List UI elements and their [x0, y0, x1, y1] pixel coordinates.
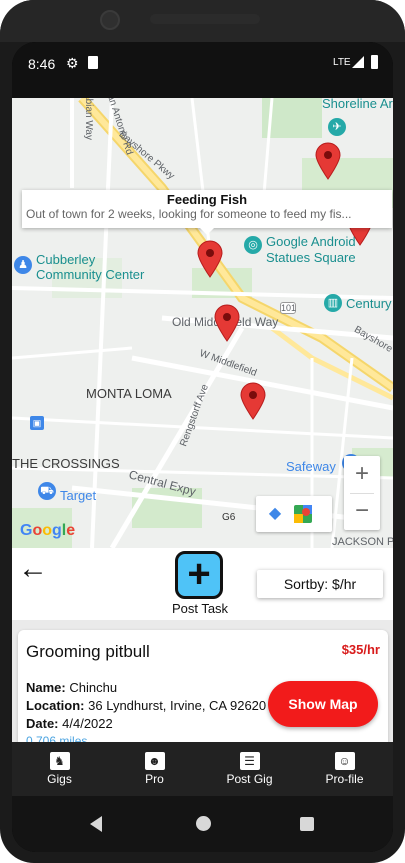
status-time: 8:46 — [28, 56, 56, 72]
tab-post-gig[interactable]: ☰ Post Gig — [202, 742, 297, 796]
task-date-line: Date: 4/4/2022 — [26, 716, 113, 731]
map-label-crossings: THE CROSSINGS — [12, 456, 120, 471]
location-value: 36 Lyndhurst, Irvine, CA 92620 — [88, 698, 267, 713]
zoom-divider — [350, 493, 374, 494]
front-camera — [100, 10, 120, 30]
map-label-safeway: Safeway — [286, 459, 336, 474]
zoom-out-button[interactable]: − — [344, 493, 380, 530]
tab-gigs-label: Gigs — [47, 772, 72, 786]
system-back-icon[interactable] — [90, 816, 102, 832]
settings-gear-icon: ⚙ — [66, 55, 79, 71]
tab-pro[interactable]: ☻ Pro — [107, 742, 202, 796]
location-label: Location: — [26, 698, 85, 713]
phone-top-bezel — [0, 0, 405, 42]
show-map-button[interactable]: Show Map — [268, 681, 378, 727]
google-logo: Google — [20, 522, 76, 539]
task-card[interactable]: Grooming pitbull $35/hr Name: Chinchu Lo… — [18, 630, 388, 742]
task-price: $35/hr — [341, 642, 380, 657]
date-label: Date: — [26, 716, 59, 731]
earpiece-speaker — [150, 14, 260, 24]
map-label-cubberley: Cubberley Community Center — [36, 252, 145, 282]
info-window-pointer — [200, 228, 214, 235]
tab-pro-label: Pro — [145, 772, 164, 786]
system-home-icon[interactable] — [196, 816, 211, 831]
task-list[interactable]: Grooming pitbull $35/hr Name: Chinchu Lo… — [12, 620, 393, 742]
map-label-route-101: 101 — [280, 302, 297, 314]
map-pin-marker[interactable] — [315, 142, 341, 180]
info-window-title: Feeding Fish — [166, 192, 248, 207]
tab-post-gig-label: Post Gig — [226, 772, 273, 786]
map-toolbar: ◆ — [256, 496, 332, 532]
post-gig-icon: ☰ — [239, 752, 260, 770]
map-pin-marker[interactable] — [197, 240, 223, 278]
map-label-jackson-park: JACKSON PARK — [332, 536, 393, 548]
status-bar: 8:46 ⚙ LTE — [12, 42, 393, 98]
bottom-tab-bar: ♞ Gigs ☻ Pro ☰ Post Gig ☺ Pro-file — [12, 742, 393, 796]
task-location-line: Location: 36 Lyndhurst, Irvine, CA 92620 — [26, 698, 266, 713]
zoom-controls: + − — [344, 456, 380, 530]
post-task-button[interactable]: + — [175, 551, 223, 599]
transit-icon: ▣ — [30, 416, 44, 430]
map-label-shoreline: Shoreline Ar — [322, 98, 393, 111]
info-window-description: Out of town for 2 weeks, looking for som… — [26, 207, 352, 221]
target-poi-icon: ⛟ — [38, 482, 56, 500]
directions-icon[interactable]: ◆ — [256, 496, 294, 532]
signal-icon — [352, 56, 364, 68]
name-value: Chinchu — [69, 680, 118, 695]
post-task-label: Post Task — [171, 601, 229, 616]
map-pin-marker[interactable] — [214, 304, 240, 342]
screen: 8:46 ⚙ LTE Fabian Way San Antonio Rd Bay… — [12, 42, 393, 852]
tab-profile[interactable]: ☺ Pro-file — [297, 742, 392, 796]
gigs-icon: ♞ — [49, 752, 70, 770]
map-label-target: Target — [60, 488, 97, 503]
action-row: ← + Post Task Sortby: $/hr — [12, 548, 393, 620]
shoreline-poi-icon: ✈ — [328, 118, 346, 136]
map-pin-marker[interactable] — [240, 382, 266, 420]
zoom-in-button[interactable]: + — [344, 456, 380, 493]
task-distance: 0.706 miles — [26, 734, 88, 742]
tab-gigs[interactable]: ♞ Gigs — [12, 742, 107, 796]
tab-profile-label: Pro-file — [325, 772, 364, 786]
system-recents-icon[interactable] — [300, 817, 314, 831]
task-name-line: Name: Chinchu — [26, 680, 117, 695]
back-arrow-icon[interactable]: ← — [18, 554, 50, 584]
network-type: LTE — [333, 57, 351, 68]
marker-info-window[interactable]: Feeding Fish Out of town for 2 weeks, lo… — [22, 190, 392, 228]
system-nav-bar — [12, 796, 393, 852]
sd-card-icon — [88, 56, 98, 69]
name-label: Name: — [26, 680, 66, 695]
cubberley-poi-icon: ♟ — [14, 256, 32, 274]
date-value: 4/4/2022 — [62, 716, 113, 731]
profile-icon: ☺ — [334, 752, 355, 770]
google-maps-icon[interactable] — [294, 496, 332, 532]
google-statues-poi-icon: ◎ — [244, 236, 262, 254]
map-label-century: Century — [346, 296, 392, 311]
pro-icon: ☻ — [144, 752, 165, 770]
battery-icon — [371, 55, 378, 69]
map-label-fabian: Fabian Way — [82, 98, 94, 140]
map-label-g6: G6 — [222, 512, 236, 523]
sort-button[interactable]: Sortby: $/hr — [257, 570, 383, 598]
century-poi-icon: ▥ — [324, 294, 342, 312]
map-view[interactable]: Fabian Way San Antonio Rd Bayshore Pkwy … — [12, 98, 393, 548]
map-label-monta-loma: MONTA LOMA — [86, 386, 172, 401]
task-title: Grooming pitbull — [26, 642, 150, 661]
phone-frame: 8:46 ⚙ LTE Fabian Way San Antonio Rd Bay… — [0, 0, 405, 863]
